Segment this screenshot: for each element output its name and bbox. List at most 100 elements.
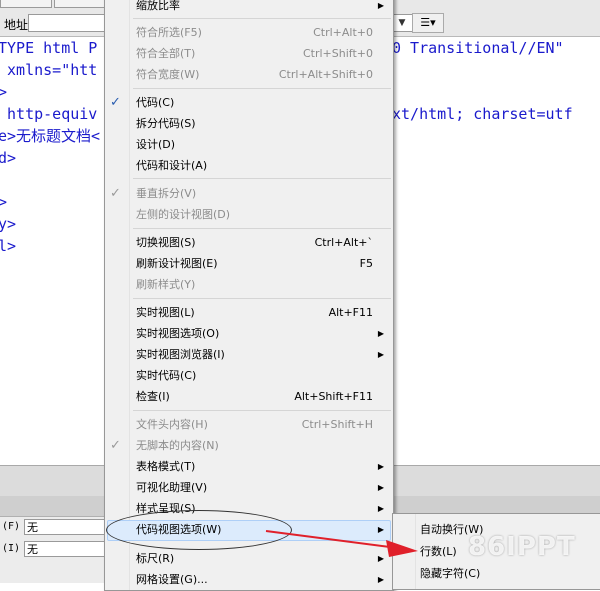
menu-item-label: 实时代码(C) xyxy=(136,369,197,382)
menu-item-split-code[interactable]: 拆分代码(S) xyxy=(105,113,393,134)
chevron-right-icon: ▶ xyxy=(377,462,384,471)
menu-item-label: 垂直拆分(V) xyxy=(136,187,197,200)
menu-item-rulers[interactable]: 标尺(R) ▶ xyxy=(105,548,393,569)
menu-item-shortcut: Ctrl+Alt+0 xyxy=(313,26,373,39)
menu-item-shortcut: Ctrl+Alt+Shift+0 xyxy=(278,68,373,81)
menu-item-table-mode[interactable]: 表格模式(T) ▶ xyxy=(105,456,393,477)
menu-item-label: 可视化助理(V) xyxy=(136,481,208,494)
menu-item-fit-all: 符合全部(T) Ctrl+Shift+0 xyxy=(105,43,393,64)
menu-item-label: 设计(D) xyxy=(136,138,176,151)
code-line: TYPE html P xyxy=(0,39,98,57)
menu-item-label: 拆分代码(S) xyxy=(136,117,196,130)
id-label: (I) xyxy=(2,543,21,554)
menu-item-label: 缩放比率 xyxy=(136,0,180,12)
chevron-down-icon[interactable]: ▼ xyxy=(394,15,410,31)
menu-separator xyxy=(133,88,391,89)
menu-item-inspect[interactable]: 检查(I) Alt+Shift+F11 xyxy=(105,386,393,407)
menu-item-label: 检查(I) xyxy=(136,390,170,403)
code-line: > xyxy=(0,83,8,101)
menu-item-label: 隐藏字符(C) xyxy=(420,567,481,580)
menu-item-live-code[interactable]: 实时代码(C) xyxy=(105,365,393,386)
menu-separator xyxy=(133,410,391,411)
menu-item-switch-view[interactable]: 切换视图(S) Ctrl+Alt+` xyxy=(105,232,393,253)
menu-separator xyxy=(133,298,391,299)
menu-item-live-view-options[interactable]: 实时视图选项(O) ▶ xyxy=(105,323,393,344)
chevron-right-icon: ▶ xyxy=(377,554,384,563)
menu-item-label: 符合全部(T) xyxy=(136,47,196,60)
menu-item-label: 实时视图(L) xyxy=(136,306,195,319)
view-menu: 缩放比率 ▶ 符合所选(F5) Ctrl+Alt+0 符合全部(T) Ctrl+… xyxy=(104,0,394,591)
menu-item-head-content: 文件头内容(H) Ctrl+Shift+H xyxy=(105,414,393,435)
id-select[interactable]: 无 xyxy=(24,541,106,557)
toolbar-button[interactable] xyxy=(54,0,108,8)
menu-item-noscript-content: ✓ 无脚本的内容(N) xyxy=(105,435,393,456)
menu-item-shortcut: F5 xyxy=(359,257,373,270)
code-line: > xyxy=(0,193,8,211)
menu-item-grid-settings[interactable]: 网格设置(G)... ▶ xyxy=(105,569,393,590)
watermark: 86IPPT xyxy=(468,532,576,562)
chevron-right-icon: ▶ xyxy=(377,329,384,338)
menu-item-label: 文件头内容(H) xyxy=(136,418,208,431)
menu-item-label: 行数(L) xyxy=(420,545,457,558)
format-label: (F) xyxy=(2,521,21,532)
menu-item-refresh-design-view[interactable]: 刷新设计视图(E) F5 xyxy=(105,253,393,274)
menu-item-label: 实时视图浏览器(I) xyxy=(136,348,225,361)
menu-separator xyxy=(133,18,391,19)
code-line-right: 0 Transitional//EN" xyxy=(392,39,564,57)
code-line: l> xyxy=(0,237,17,255)
menu-item-label: 符合所选(F5) xyxy=(136,26,202,39)
menu-item-code[interactable]: ✓ 代码(C) xyxy=(105,92,393,113)
chevron-right-icon: ▶ xyxy=(377,1,384,10)
menu-item-fit-selection: 符合所选(F5) Ctrl+Alt+0 xyxy=(105,22,393,43)
menu-item-label: 代码和设计(A) xyxy=(136,159,208,172)
chevron-right-icon: ▶ xyxy=(377,575,384,584)
code-line: d> xyxy=(0,149,17,167)
menu-item-zoom-ratio[interactable]: 缩放比率 ▶ xyxy=(105,0,393,16)
menu-item-label: 左侧的设计视图(D) xyxy=(136,208,231,221)
menu-item-label: 切换视图(S) xyxy=(136,236,196,249)
menu-item-shortcut: Ctrl+Shift+0 xyxy=(302,47,373,60)
checkmark-icon: ✓ xyxy=(110,95,121,110)
menu-item-live-view[interactable]: 实时视图(L) Alt+F11 xyxy=(105,302,393,323)
checkmark-icon: ✓ xyxy=(110,186,121,201)
menu-item-hidden-characters[interactable]: 隐藏字符(C) xyxy=(393,563,600,584)
menu-item-label: 表格模式(T) xyxy=(136,460,196,473)
menu-item-refresh-styles: 刷新样式(Y) xyxy=(105,274,393,295)
code-line: http-equiv xyxy=(0,105,98,123)
chevron-right-icon: ▶ xyxy=(377,525,384,534)
highlight-ellipse-annotation xyxy=(106,510,292,550)
menu-item-label: 刷新设计视图(E) xyxy=(136,257,218,270)
chevron-right-icon: ▶ xyxy=(377,350,384,359)
format-select[interactable]: 无 xyxy=(24,519,106,535)
code-line: y> xyxy=(0,215,17,233)
menu-item-shortcut: Ctrl+Alt+` xyxy=(314,236,373,249)
menu-item-design[interactable]: 设计(D) xyxy=(105,134,393,155)
menu-item-label: 标尺(R) xyxy=(136,552,175,565)
code-line: e>无标题文档< xyxy=(0,127,101,145)
chevron-right-icon: ▶ xyxy=(377,504,384,513)
menu-item-fit-width: 符合宽度(W) Ctrl+Alt+Shift+0 xyxy=(105,64,393,85)
menu-item-label: 无脚本的内容(N) xyxy=(136,439,219,452)
checkmark-icon: ✓ xyxy=(110,438,121,453)
menu-item-code-and-design[interactable]: 代码和设计(A) xyxy=(105,155,393,176)
menu-item-label: 实时视图选项(O) xyxy=(136,327,220,340)
menu-item-label: 刷新样式(Y) xyxy=(136,278,196,291)
chevron-right-icon: ▶ xyxy=(377,483,384,492)
toolbar-button[interactable] xyxy=(0,0,52,8)
menu-separator xyxy=(133,178,391,179)
menu-item-label: 代码(C) xyxy=(136,96,175,109)
menu-item-label: 符合宽度(W) xyxy=(136,68,200,81)
menu-item-shortcut: Alt+F11 xyxy=(328,306,373,319)
view-options-button[interactable]: ☰▾ xyxy=(412,13,444,33)
menu-item-shortcut: Alt+Shift+F11 xyxy=(294,390,373,403)
menu-separator xyxy=(133,228,391,229)
code-line: xmlns="htt xyxy=(0,61,98,79)
menu-item-design-view-left: 左侧的设计视图(D) xyxy=(105,204,393,225)
menu-item-visual-aids[interactable]: 可视化助理(V) ▶ xyxy=(105,477,393,498)
menu-item-vertical-split: ✓ 垂直拆分(V) xyxy=(105,183,393,204)
menu-item-shortcut: Ctrl+Shift+H xyxy=(301,418,373,431)
menu-item-label: 网格设置(G)... xyxy=(136,573,208,586)
code-line-right: xt/html; charset=utf xyxy=(392,105,573,123)
menu-item-live-view-browser[interactable]: 实时视图浏览器(I) ▶ xyxy=(105,344,393,365)
list-icon: ☰▾ xyxy=(420,16,436,29)
